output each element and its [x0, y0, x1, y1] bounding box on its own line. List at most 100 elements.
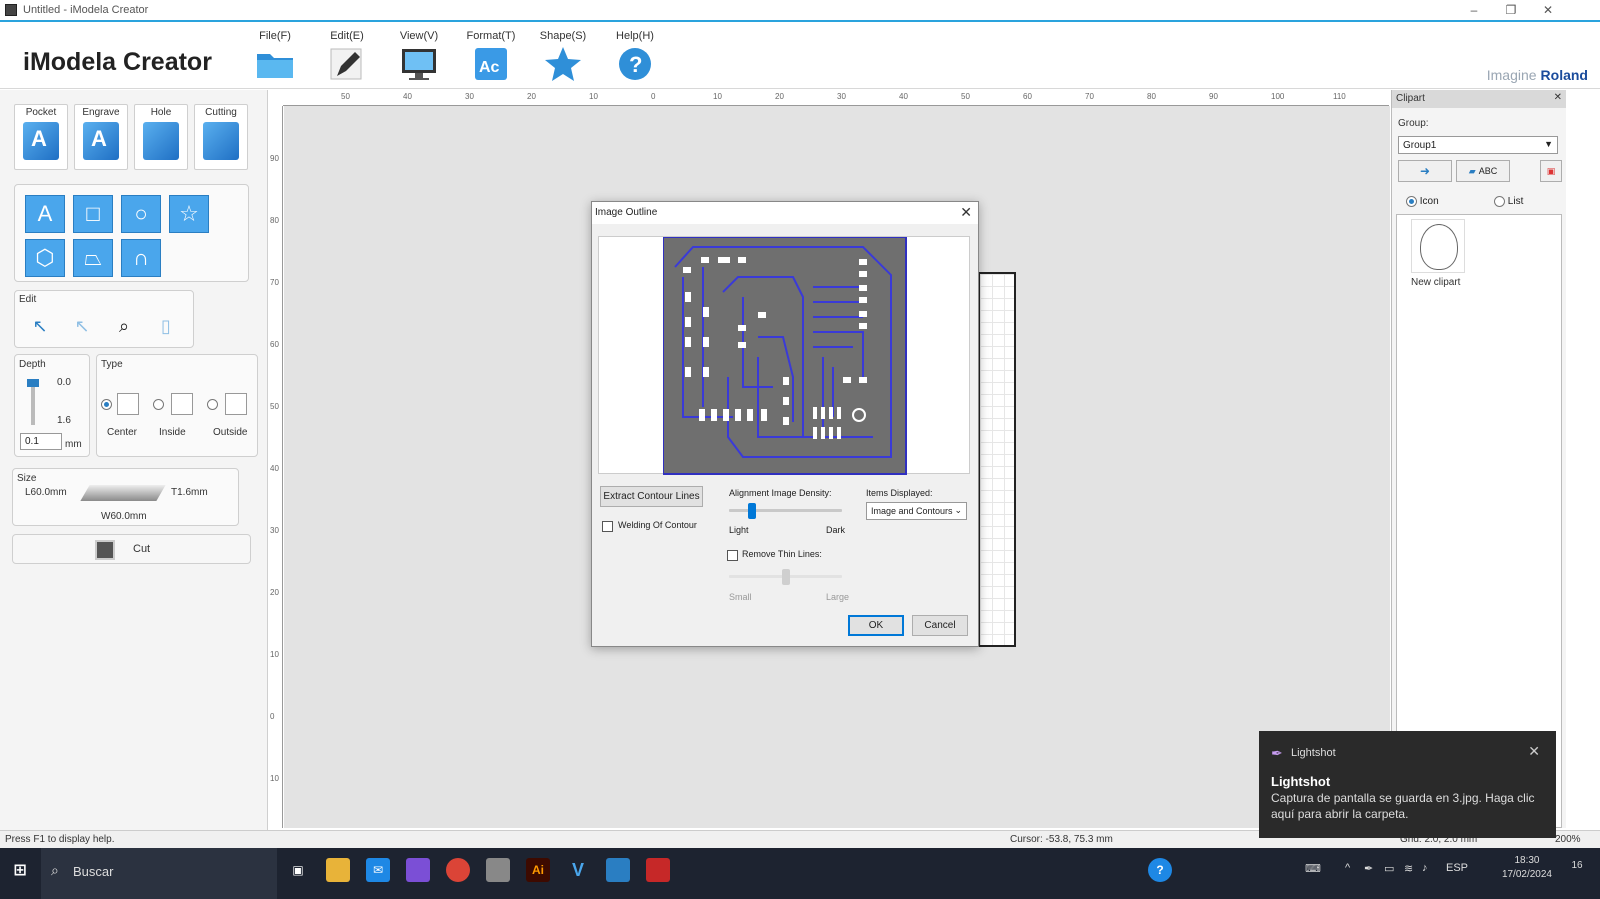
status-help: Press F1 to display help.: [5, 834, 115, 845]
engrave-tool-button[interactable]: Engrave A: [74, 104, 128, 170]
hexagon-shape-icon[interactable]: ⬡: [25, 239, 65, 277]
items-displayed-select[interactable]: Image and Contours ⌄: [866, 502, 967, 520]
minimize-button[interactable]: –: [1455, 0, 1493, 20]
type-center-radio[interactable]: [101, 399, 112, 410]
notifications-button[interactable]: 16: [1566, 860, 1588, 882]
ruler-tick-label: 40: [270, 464, 279, 473]
ok-button[interactable]: OK: [848, 615, 904, 636]
extract-contour-button[interactable]: Extract Contour Lines: [600, 486, 703, 507]
remove-thin-checkbox[interactable]: [727, 549, 738, 561]
type-inside-radio[interactable]: [153, 399, 164, 410]
app-icon-red[interactable]: [646, 858, 670, 882]
select-arrow-icon[interactable]: ↖: [23, 309, 57, 343]
view-list-radio[interactable]: [1494, 196, 1505, 207]
taskbar-search[interactable]: ⌕ Buscar: [41, 848, 277, 899]
mail-icon[interactable]: ✉: [366, 858, 390, 882]
windows-start-icon[interactable]: ⊞: [8, 858, 32, 882]
file-explorer-icon[interactable]: [326, 858, 350, 882]
wifi-icon[interactable]: ≋: [1404, 862, 1413, 875]
delete-icon: ▣: [1546, 165, 1556, 176]
v-app-icon[interactable]: V: [566, 858, 590, 882]
toast-title: Lightshot: [1271, 774, 1331, 789]
hole-tool-button[interactable]: Hole: [134, 104, 188, 170]
arch-shape-icon[interactable]: ∩: [121, 239, 161, 277]
clipart-item[interactable]: [1411, 219, 1465, 273]
task-view-icon[interactable]: ▣: [286, 858, 310, 882]
view-icon-radio[interactable]: [1406, 196, 1417, 207]
language-indicator[interactable]: ESP: [1446, 862, 1468, 874]
menu-view-label: View(V): [399, 30, 439, 42]
pcb-image: [663, 237, 907, 475]
trash-icon[interactable]: ▯: [149, 309, 183, 343]
size-thickness: T1.6mm: [171, 487, 208, 498]
circle-shape-icon[interactable]: ○: [121, 195, 161, 233]
taskbar-clock[interactable]: 18:30 17/02/2024: [1502, 854, 1552, 882]
chevron-up-icon[interactable]: ^: [1345, 862, 1350, 874]
star-shape-icon[interactable]: ☆: [169, 195, 209, 233]
depth-unit: mm: [65, 439, 82, 450]
pen-tray-icon[interactable]: ✒: [1364, 862, 1373, 875]
menu-edit[interactable]: Edit(E): [314, 30, 380, 82]
cut-button[interactable]: Cut: [12, 534, 251, 564]
type-outside-radio[interactable]: [207, 399, 218, 410]
dialog-close-icon[interactable]: ✕: [960, 204, 972, 221]
menu-format[interactable]: Format(T) Ac: [458, 30, 524, 82]
cutting-label: Cutting: [205, 107, 237, 118]
density-slider[interactable]: [729, 509, 842, 512]
keyboard-icon[interactable]: ⌨: [1305, 862, 1321, 875]
text-shape-icon[interactable]: A: [25, 195, 65, 233]
zoom-icon[interactable]: ⌕: [107, 309, 141, 343]
view-list-option[interactable]: List: [1494, 196, 1523, 207]
remove-thin-option[interactable]: Remove Thin Lines:: [727, 549, 822, 561]
notification-toast[interactable]: ✒ Lightshot ✕ Lightshot Captura de panta…: [1259, 731, 1556, 838]
thin-small-label: Small: [729, 592, 752, 602]
import-clipart-button[interactable]: ➜: [1398, 160, 1452, 182]
menu-edit-label: Edit(E): [330, 30, 364, 42]
node-edit-icon[interactable]: ↖: [65, 309, 99, 343]
cancel-button[interactable]: Cancel: [912, 615, 968, 636]
app-icon-purple[interactable]: [406, 858, 430, 882]
help-tray-icon[interactable]: ?: [1148, 858, 1172, 882]
menu-help[interactable]: Help(H) ?: [602, 30, 668, 82]
cutting-tool-button[interactable]: Cutting: [194, 104, 248, 170]
depth-input[interactable]: 0.1: [20, 433, 62, 450]
ruler-tick-label: 110: [1333, 92, 1346, 101]
close-icon[interactable]: ✕: [1554, 92, 1562, 103]
welding-checkbox[interactable]: [602, 520, 613, 532]
square-shape-icon[interactable]: □: [73, 195, 113, 233]
menu-view[interactable]: View(V): [386, 30, 452, 82]
battery-icon[interactable]: ▭: [1384, 862, 1394, 875]
toast-close-icon[interactable]: ✕: [1528, 743, 1540, 760]
remove-thin-label: Remove Thin Lines:: [742, 549, 822, 559]
status-cursor: Cursor: -53.8, 75.3 mm: [1010, 834, 1113, 845]
menu-shape[interactable]: Shape(S): [530, 30, 596, 82]
feather-icon: ✒: [1271, 745, 1283, 761]
menu-file-label: File(F): [259, 30, 291, 42]
trapezoid-shape-icon[interactable]: ⏢: [73, 239, 113, 277]
illustrator-icon[interactable]: Ai: [526, 858, 550, 882]
import-icon: ➜: [1419, 164, 1431, 178]
menu-file[interactable]: File(F): [242, 30, 308, 82]
restore-button[interactable]: ❐: [1492, 0, 1530, 20]
density-dark-label: Dark: [826, 525, 846, 535]
artboard[interactable]: [978, 272, 1016, 647]
menu-format-label: Format(T): [466, 30, 516, 42]
vendor-logo: Imagine Roland: [1487, 67, 1588, 83]
volume-icon[interactable]: ♪: [1422, 862, 1428, 874]
app-icon-blue[interactable]: [606, 858, 630, 882]
close-window-button[interactable]: ✕: [1529, 0, 1567, 20]
view-icon-option[interactable]: Icon: [1406, 196, 1439, 207]
type-outside-label: Outside: [213, 427, 248, 438]
delete-clipart-button[interactable]: ▣: [1540, 160, 1562, 182]
welding-option[interactable]: Welding Of Contour: [602, 520, 697, 532]
density-slider-thumb[interactable]: [747, 503, 756, 519]
type-group: Type Center Inside Outside: [96, 354, 258, 457]
ruler-tick-label: 10: [270, 774, 279, 783]
ruler-tick-label: 60: [270, 340, 279, 349]
depth-slider-thumb[interactable]: [27, 379, 39, 387]
chrome-icon[interactable]: [446, 858, 470, 882]
imodela-taskbar-icon[interactable]: [486, 858, 510, 882]
pocket-tool-button[interactable]: Pocket A: [14, 104, 68, 170]
text-clipart-button[interactable]: ▰ ABC: [1456, 160, 1510, 182]
group-select[interactable]: Group1 ▼: [1398, 136, 1558, 154]
